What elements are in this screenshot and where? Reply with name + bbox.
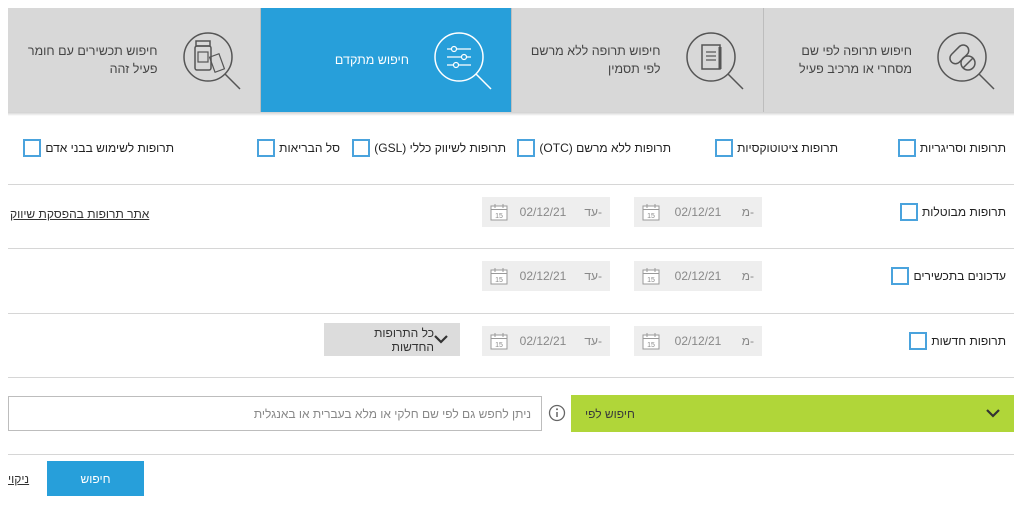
row-canceled[interactable]: תרופות מבוטלות bbox=[899, 202, 1006, 222]
checkbox[interactable] bbox=[897, 139, 916, 157]
info-icon[interactable] bbox=[548, 404, 566, 422]
calendar-icon[interactable]: 15 bbox=[490, 267, 508, 285]
filter-label: תרופות לשימוש בבני אדם bbox=[45, 141, 174, 155]
pills-magnifier-icon bbox=[926, 21, 1004, 99]
checkbox[interactable] bbox=[352, 139, 371, 157]
book-magnifier-icon bbox=[675, 21, 753, 99]
date-to-field[interactable]: עד- 02/12/21 15 bbox=[482, 326, 610, 356]
divider bbox=[8, 377, 1014, 378]
search-input[interactable] bbox=[8, 396, 542, 431]
tab-search-by-symptom[interactable]: חיפוש תרופה ללא מרשם לפי תסמין bbox=[511, 8, 763, 112]
calendar-icon[interactable]: 15 bbox=[642, 267, 660, 285]
date-prefix: עד- bbox=[584, 269, 602, 283]
clear-link[interactable]: ניקוי bbox=[8, 472, 29, 486]
date-to-field[interactable]: עד- 02/12/21 15 bbox=[482, 261, 610, 291]
search-mode-tabs: חיפוש תרופה לפי שם מסחרי או מרכיב פעיל ח… bbox=[8, 8, 1014, 112]
date-prefix: מ- bbox=[741, 269, 754, 283]
discontinued-drugs-link[interactable]: אתר תרופות בהפסקת שיווק bbox=[10, 207, 149, 221]
row-label: עדכונים בתכשירים bbox=[913, 269, 1006, 283]
checkbox[interactable] bbox=[23, 139, 42, 157]
filter-health-basket[interactable]: סל הבריאות bbox=[257, 138, 340, 158]
bottle-magnifier-icon bbox=[172, 21, 250, 99]
date-value: 02/12/21 bbox=[519, 334, 567, 348]
calendar-icon[interactable]: 15 bbox=[490, 203, 508, 221]
chevron-down-icon bbox=[434, 333, 448, 347]
tab-label: חיפוש מתקדם bbox=[334, 53, 409, 67]
svg-text:15: 15 bbox=[647, 342, 655, 349]
calendar-icon[interactable]: 15 bbox=[642, 332, 660, 350]
date-value: 02/12/21 bbox=[674, 269, 722, 283]
row-updates[interactable]: עדכונים בתכשירים bbox=[891, 266, 1006, 286]
date-value: 02/12/21 bbox=[519, 269, 567, 283]
svg-text:15: 15 bbox=[495, 342, 503, 349]
tab-same-active-ingredient[interactable]: חיפוש תכשירים עם חומר פעיל זהה bbox=[8, 8, 260, 112]
date-from-field[interactable]: מ- 02/12/21 15 bbox=[634, 197, 762, 227]
divider bbox=[8, 184, 1014, 185]
checkbox[interactable] bbox=[257, 139, 276, 157]
search-by-label: חיפוש לפי bbox=[585, 406, 635, 421]
tab-advanced-search[interactable]: חיפוש מתקדם bbox=[259, 8, 511, 112]
date-value: 02/12/21 bbox=[674, 205, 722, 219]
checkbox[interactable] bbox=[517, 139, 536, 157]
tab-label: חיפוש תרופה ללא מרשם לפי תסמין bbox=[530, 44, 661, 76]
filter-label: תרופות ללא מרשם (OTC) bbox=[539, 141, 671, 155]
row-label: תרופות מבוטלות bbox=[921, 205, 1006, 219]
calendar-icon[interactable]: 15 bbox=[642, 203, 660, 221]
svg-text:15: 15 bbox=[647, 213, 655, 220]
svg-text:15: 15 bbox=[495, 213, 503, 220]
date-prefix: עד- bbox=[584, 205, 602, 219]
date-from-field[interactable]: מ- 02/12/21 15 bbox=[634, 261, 762, 291]
calendar-icon[interactable]: 15 bbox=[490, 332, 508, 350]
checkbox[interactable] bbox=[899, 203, 918, 221]
divider bbox=[8, 454, 1014, 455]
filter-gsl[interactable]: תרופות לשיווק כללי (GSL) bbox=[352, 138, 506, 158]
filter-label: תרופות וסריגריות bbox=[919, 141, 1006, 155]
tab-label: חיפוש תכשירים עם חומר פעיל זהה bbox=[27, 44, 158, 76]
filter-label: סל הבריאות bbox=[279, 141, 340, 155]
checkbox[interactable] bbox=[909, 332, 928, 350]
new-drugs-dropdown[interactable]: כל התרופות החדשות bbox=[324, 323, 460, 356]
date-value: 02/12/21 bbox=[519, 205, 567, 219]
date-prefix: מ- bbox=[741, 205, 754, 219]
date-from-field[interactable]: מ- 02/12/21 15 bbox=[634, 326, 762, 356]
chevron-down-icon bbox=[986, 407, 1000, 421]
search-by-dropdown[interactable]: חיפוש לפי bbox=[571, 395, 1014, 432]
filter-label: תרופות ציטוטוקסיות bbox=[737, 141, 838, 155]
date-value: 02/12/21 bbox=[674, 334, 722, 348]
filter-human-use[interactable]: תרופות לשימוש בבני אדם bbox=[23, 138, 174, 158]
date-prefix: עד- bbox=[584, 334, 602, 348]
svg-text:15: 15 bbox=[647, 277, 655, 284]
checkbox[interactable] bbox=[891, 267, 910, 285]
tabs-shadow bbox=[8, 112, 1014, 116]
row-new[interactable]: תרופות חדשות bbox=[909, 331, 1006, 351]
filter-otc[interactable]: תרופות ללא מרשם (OTC) bbox=[517, 138, 671, 158]
checkbox[interactable] bbox=[715, 139, 734, 157]
filter-cytotoxic[interactable]: תרופות ציטוטוקסיות bbox=[715, 138, 838, 158]
date-to-field[interactable]: עד- 02/12/21 15 bbox=[482, 197, 610, 227]
filter-label: תרופות לשיווק כללי (GSL) bbox=[374, 141, 506, 155]
filter-serological[interactable]: תרופות וסריגריות bbox=[897, 138, 1006, 158]
sliders-magnifier-icon bbox=[423, 21, 501, 99]
dropdown-label: כל התרופות החדשות bbox=[374, 325, 434, 354]
svg-text:15: 15 bbox=[495, 277, 503, 284]
row-label: תרופות חדשות bbox=[931, 334, 1006, 348]
divider bbox=[8, 248, 1014, 249]
tab-search-by-name[interactable]: חיפוש תרופה לפי שם מסחרי או מרכיב פעיל bbox=[762, 8, 1014, 112]
date-prefix: מ- bbox=[741, 334, 754, 348]
tab-label: חיפוש תרופה לפי שם מסחרי או מרכיב פעיל bbox=[798, 44, 912, 76]
search-button[interactable]: חיפוש bbox=[47, 461, 144, 496]
divider bbox=[8, 313, 1014, 314]
